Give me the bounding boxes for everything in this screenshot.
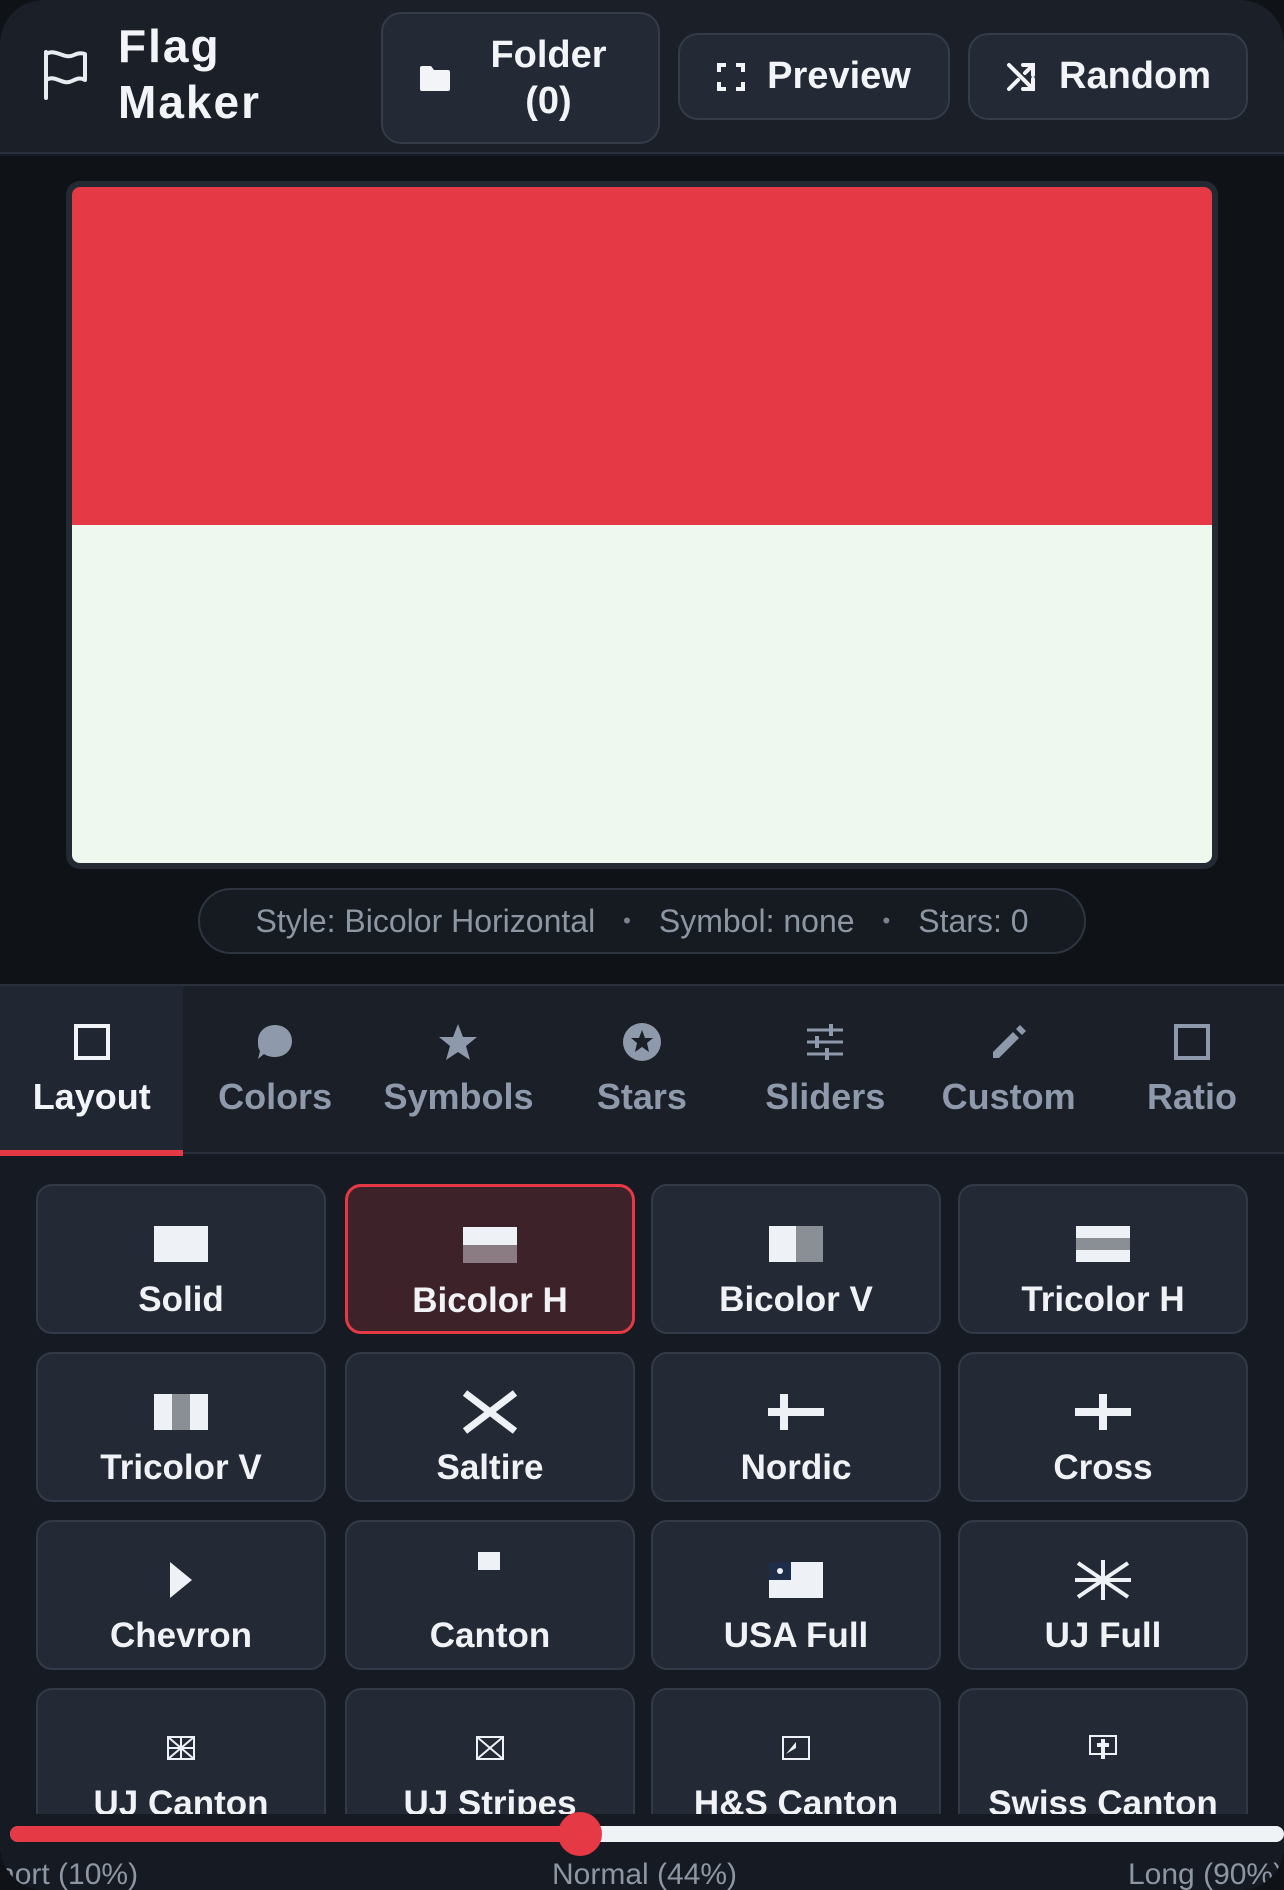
flag-preview[interactable] — [72, 187, 1212, 863]
square-icon — [73, 1024, 110, 1060]
flag-frame — [66, 181, 1218, 869]
layout-tricolor-v[interactable]: Tricolor V — [36, 1352, 326, 1502]
cross-icon — [1075, 1394, 1131, 1430]
tab-custom[interactable]: Custom — [917, 986, 1100, 1154]
nordic-cross-icon — [768, 1394, 824, 1430]
layout-tricolor-h[interactable]: Tricolor H — [958, 1184, 1248, 1334]
layout-usa-full[interactable]: USA Full — [651, 1520, 941, 1670]
random-label: Random — [1059, 55, 1211, 97]
tab-ratio[interactable]: Ratio — [1100, 986, 1283, 1154]
usa-flag-icon — [769, 1562, 823, 1598]
saltire-icon — [462, 1390, 518, 1434]
bicolor-horizontal-icon — [463, 1227, 517, 1263]
union-jack-icon — [1075, 1560, 1131, 1600]
tricolor-horizontal-icon — [1076, 1226, 1130, 1262]
layout-canton[interactable]: Canton — [345, 1520, 635, 1670]
bicolor-vertical-icon — [769, 1226, 823, 1262]
sliders-icon — [807, 1024, 844, 1060]
layout-bicolor-v[interactable]: Bicolor V — [651, 1184, 941, 1334]
uj-canton-icon — [167, 1736, 195, 1760]
tab-stars[interactable]: Stars — [550, 986, 733, 1154]
uj-stripes-icon — [476, 1736, 504, 1760]
flag-maker-app: Flag Maker Folder (0) Preview Random Sty… — [0, 0, 1284, 1890]
flag-info-pill: Style: Bicolor Horizontal • Symbol: none… — [198, 888, 1086, 954]
tab-bar: Layout Colors Symbols Stars Sliders Cust… — [0, 984, 1284, 1156]
layout-cross[interactable]: Cross — [958, 1352, 1248, 1502]
flag-canvas-area: Style: Bicolor Horizontal • Symbol: none… — [0, 156, 1284, 984]
style-info: Style: Bicolor Horizontal — [255, 902, 596, 939]
app-title: Flag Maker — [118, 20, 261, 128]
folder-label: Folder — [490, 34, 607, 76]
length-slider[interactable]: Short (10%) Normal (44%) Long (90%) — [0, 1812, 1284, 1890]
star-icon — [439, 1024, 478, 1060]
stars-info: Stars: 0 — [918, 902, 1029, 939]
symbol-info: Symbol: none — [658, 902, 855, 939]
brand: Flag Maker — [40, 18, 308, 130]
flag-bottom-band — [72, 525, 1212, 863]
layout-chevron[interactable]: Chevron — [36, 1520, 326, 1670]
folder-button[interactable]: Folder (0) — [381, 12, 660, 144]
canton-icon — [478, 1552, 500, 1570]
tricolor-vertical-icon — [154, 1394, 208, 1430]
solid-flag-icon — [154, 1226, 208, 1262]
layout-hs-canton[interactable]: H&S Canton — [651, 1688, 941, 1814]
hs-canton-icon — [782, 1736, 810, 1760]
tab-layout[interactable]: Layout — [0, 986, 184, 1156]
slider-fill — [10, 1826, 580, 1842]
slider-thumb[interactable] — [558, 1812, 602, 1856]
layout-solid[interactable]: Solid — [36, 1184, 326, 1334]
layout-uj-stripes[interactable]: UJ Stripes — [345, 1688, 635, 1814]
chat-bubble-icon — [258, 1025, 293, 1059]
slider-max-label: Long (90%) — [1128, 1858, 1284, 1890]
preview-button[interactable]: Preview — [678, 33, 950, 120]
layout-bicolor-h[interactable]: Bicolor H — [345, 1184, 635, 1334]
separator: • — [623, 908, 631, 933]
layout-nordic[interactable]: Nordic — [651, 1352, 941, 1502]
flag-icon — [44, 50, 87, 100]
slider-mid-label: Normal (44%) — [552, 1858, 738, 1890]
tab-colors[interactable]: Colors — [183, 986, 366, 1154]
tab-sliders[interactable]: Sliders — [734, 986, 917, 1154]
layout-saltire[interactable]: Saltire — [345, 1352, 635, 1502]
layout-grid: Solid Bicolor H Bicolor V Tricolor H Tri… — [36, 1184, 1248, 1814]
tab-symbols[interactable]: Symbols — [367, 986, 550, 1154]
slider-min-label: Short (10%) — [0, 1858, 139, 1890]
pencil-icon — [992, 1025, 1026, 1058]
layout-uj-full[interactable]: UJ Full — [958, 1520, 1248, 1670]
layout-uj-canton[interactable]: UJ Canton — [36, 1688, 326, 1814]
shuffle-icon — [1007, 62, 1035, 91]
fullscreen-icon — [717, 62, 746, 91]
folder-icon — [419, 66, 450, 91]
header: Flag Maker Folder (0) Preview Random — [0, 0, 1284, 154]
swiss-canton-icon — [1089, 1735, 1117, 1759]
chevron-icon — [170, 1562, 192, 1598]
random-button[interactable]: Random — [968, 33, 1248, 120]
square-icon — [1174, 1024, 1211, 1060]
layout-swiss-canton[interactable]: Swiss Canton — [958, 1688, 1248, 1814]
folder-count: (0) — [525, 80, 572, 122]
preview-label: Preview — [767, 55, 911, 97]
flag-top-band — [72, 187, 1212, 525]
star-circle-icon — [622, 1023, 661, 1061]
separator: • — [882, 908, 891, 933]
